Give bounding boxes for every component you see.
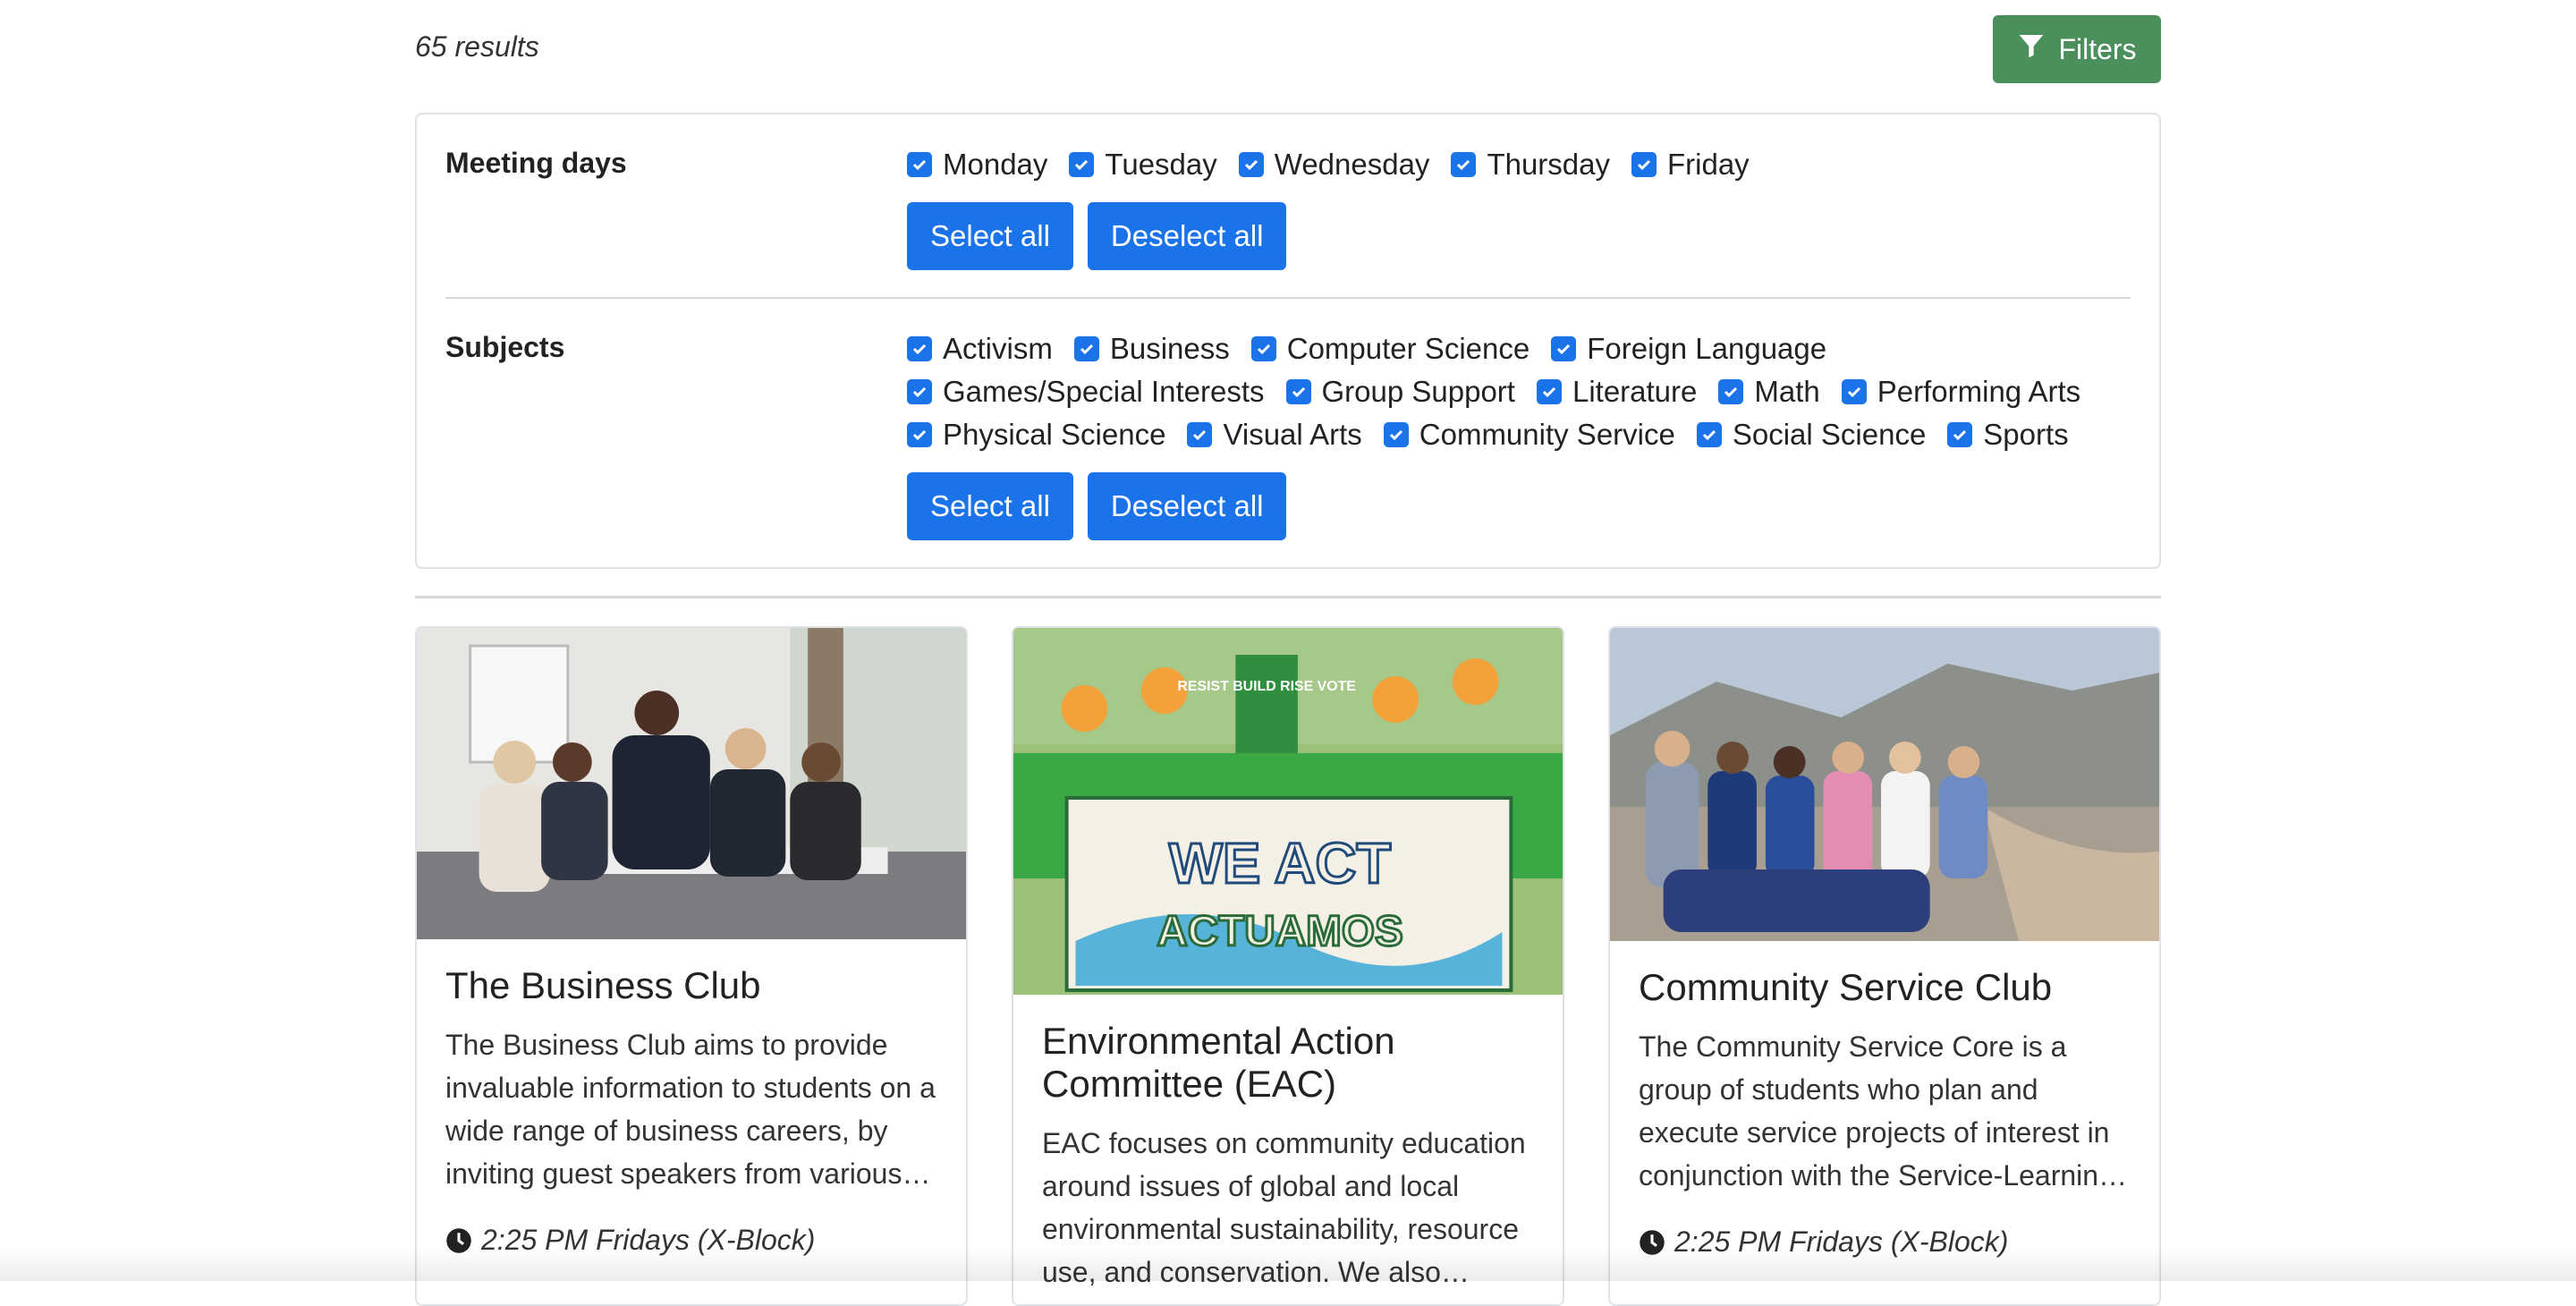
checkbox-thursday[interactable]: Thursday bbox=[1451, 148, 1610, 182]
results-count: 65 results bbox=[415, 30, 539, 64]
card-body: Community Service Club The Community Ser… bbox=[1639, 966, 2131, 1259]
checkmark-icon bbox=[1451, 152, 1476, 177]
meeting-days-row: Monday Tuesday Wednesday Thursday Friday bbox=[907, 143, 2131, 186]
subjects-row: Activism Business Computer Science Forei… bbox=[907, 327, 2131, 370]
option-label: Activism bbox=[943, 332, 1053, 366]
option-label: Friday bbox=[1667, 148, 1750, 182]
checkbox-math[interactable]: Math bbox=[1718, 375, 1819, 409]
option-label: Foreign Language bbox=[1587, 332, 1826, 366]
subjects-row: Physical Science Visual Arts Community S… bbox=[907, 413, 2131, 456]
option-label: Group Support bbox=[1322, 375, 1515, 409]
option-label: Math bbox=[1754, 375, 1819, 409]
checkbox-physical-science[interactable]: Physical Science bbox=[907, 418, 1165, 452]
option-label: Physical Science bbox=[943, 418, 1165, 452]
meeting-days-select-all-button[interactable]: Select all bbox=[907, 202, 1073, 270]
checkmark-icon bbox=[1384, 422, 1409, 447]
checkmark-icon bbox=[1631, 152, 1657, 177]
funnel-icon bbox=[2017, 31, 2046, 67]
option-label: Business bbox=[1110, 332, 1230, 366]
checkbox-social-science[interactable]: Social Science bbox=[1697, 418, 1926, 452]
option-label: Monday bbox=[943, 148, 1047, 182]
checkbox-literature[interactable]: Literature bbox=[1537, 375, 1697, 409]
card-image-group-photo bbox=[1610, 628, 2159, 941]
checkbox-group-support[interactable]: Group Support bbox=[1286, 375, 1515, 409]
filter-divider bbox=[445, 297, 2131, 299]
checkmark-icon bbox=[1074, 336, 1099, 361]
option-label: Games/Special Interests bbox=[943, 375, 1265, 409]
checkmark-icon bbox=[1842, 379, 1867, 404]
checkmark-icon bbox=[907, 152, 932, 177]
filter-panel: Meeting days Monday Tuesday Wednesday Th… bbox=[415, 113, 2161, 569]
card-title[interactable]: Environmental Action Committee (EAC) bbox=[1042, 1020, 1534, 1106]
club-card-business[interactable]: The Business Club The Business Club aims… bbox=[415, 626, 968, 1306]
subjects-label: Subjects bbox=[445, 331, 564, 364]
card-image-climate-march: RESIST BUILD RISE VOTE WE ACT ACTUAMOS bbox=[1013, 628, 1563, 995]
checkbox-sports[interactable]: Sports bbox=[1947, 418, 2068, 452]
meeting-days-deselect-all-button[interactable]: Deselect all bbox=[1088, 202, 1287, 270]
card-description: The Business Club aims to provide invalu… bbox=[445, 1023, 937, 1195]
option-label: Wednesday bbox=[1275, 148, 1430, 182]
section-divider bbox=[415, 596, 2161, 598]
meeting-days-label: Meeting days bbox=[445, 147, 627, 180]
card-image-business-meeting bbox=[417, 628, 966, 939]
checkmark-icon bbox=[1718, 379, 1743, 404]
meeting-days-options: Monday Tuesday Wednesday Thursday Friday… bbox=[907, 143, 2131, 270]
meeting-days-buttons: Select all Deselect all bbox=[907, 202, 2131, 270]
checkmark-icon bbox=[907, 422, 932, 447]
filters-button-label: Filters bbox=[2058, 33, 2136, 66]
subjects-options: Activism Business Computer Science Forei… bbox=[907, 327, 2131, 540]
option-label: Social Science bbox=[1733, 418, 1926, 452]
checkmark-icon bbox=[1537, 379, 1562, 404]
subjects-select-all-button[interactable]: Select all bbox=[907, 472, 1073, 540]
option-label: Thursday bbox=[1487, 148, 1610, 182]
checkmark-icon bbox=[1697, 422, 1722, 447]
checkbox-performing-arts[interactable]: Performing Arts bbox=[1842, 375, 2080, 409]
option-label: Sports bbox=[1983, 418, 2068, 452]
card-title[interactable]: Community Service Club bbox=[1639, 966, 2131, 1009]
option-label: Literature bbox=[1572, 375, 1697, 409]
checkbox-monday[interactable]: Monday bbox=[907, 148, 1047, 182]
banner-text-we-act: WE ACT bbox=[1169, 831, 1391, 895]
checkmark-icon bbox=[1187, 422, 1212, 447]
checkmark-icon bbox=[907, 379, 932, 404]
sign-text: RESIST BUILD RISE VOTE bbox=[1177, 679, 1355, 694]
option-label: Computer Science bbox=[1287, 332, 1530, 366]
subjects-buttons: Select all Deselect all bbox=[907, 472, 2131, 540]
checkmark-icon bbox=[1239, 152, 1264, 177]
checkbox-computer-science[interactable]: Computer Science bbox=[1251, 332, 1530, 366]
card-body: The Business Club The Business Club aims… bbox=[445, 964, 937, 1257]
checkmark-icon bbox=[1251, 336, 1276, 361]
checkmark-icon bbox=[1069, 152, 1094, 177]
club-card-eac[interactable]: RESIST BUILD RISE VOTE WE ACT ACTUAMOS E… bbox=[1012, 626, 1564, 1306]
option-label: Tuesday bbox=[1105, 148, 1216, 182]
banner-text-actuamos: ACTUAMOS bbox=[1157, 908, 1402, 955]
checkbox-community-service[interactable]: Community Service bbox=[1384, 418, 1675, 452]
checkbox-business[interactable]: Business bbox=[1074, 332, 1230, 366]
checkbox-activism[interactable]: Activism bbox=[907, 332, 1053, 366]
option-label: Visual Arts bbox=[1223, 418, 1361, 452]
checkmark-icon bbox=[1551, 336, 1576, 361]
checkbox-visual-arts[interactable]: Visual Arts bbox=[1187, 418, 1361, 452]
checkmark-icon bbox=[1286, 379, 1311, 404]
filters-button[interactable]: Filters bbox=[1993, 15, 2161, 83]
subjects-deselect-all-button[interactable]: Deselect all bbox=[1088, 472, 1287, 540]
card-description: The Community Service Core is a group of… bbox=[1639, 1025, 2131, 1197]
checkbox-wednesday[interactable]: Wednesday bbox=[1239, 148, 1430, 182]
card-title[interactable]: The Business Club bbox=[445, 964, 937, 1007]
checkbox-friday[interactable]: Friday bbox=[1631, 148, 1750, 182]
bottom-shade bbox=[0, 1245, 2576, 1281]
subjects-row: Games/Special Interests Group Support Li… bbox=[907, 370, 2131, 413]
checkmark-icon bbox=[907, 336, 932, 361]
club-card-community-service[interactable]: Community Service Club The Community Ser… bbox=[1608, 626, 2161, 1306]
page-container: 65 results Filters Meeting days Monday T… bbox=[415, 0, 2161, 1281]
checkbox-tuesday[interactable]: Tuesday bbox=[1069, 148, 1216, 182]
checkmark-icon bbox=[1947, 422, 1972, 447]
option-label: Community Service bbox=[1419, 418, 1675, 452]
checkbox-games-special-interests[interactable]: Games/Special Interests bbox=[907, 375, 1265, 409]
checkbox-foreign-language[interactable]: Foreign Language bbox=[1551, 332, 1826, 366]
option-label: Performing Arts bbox=[1877, 375, 2080, 409]
